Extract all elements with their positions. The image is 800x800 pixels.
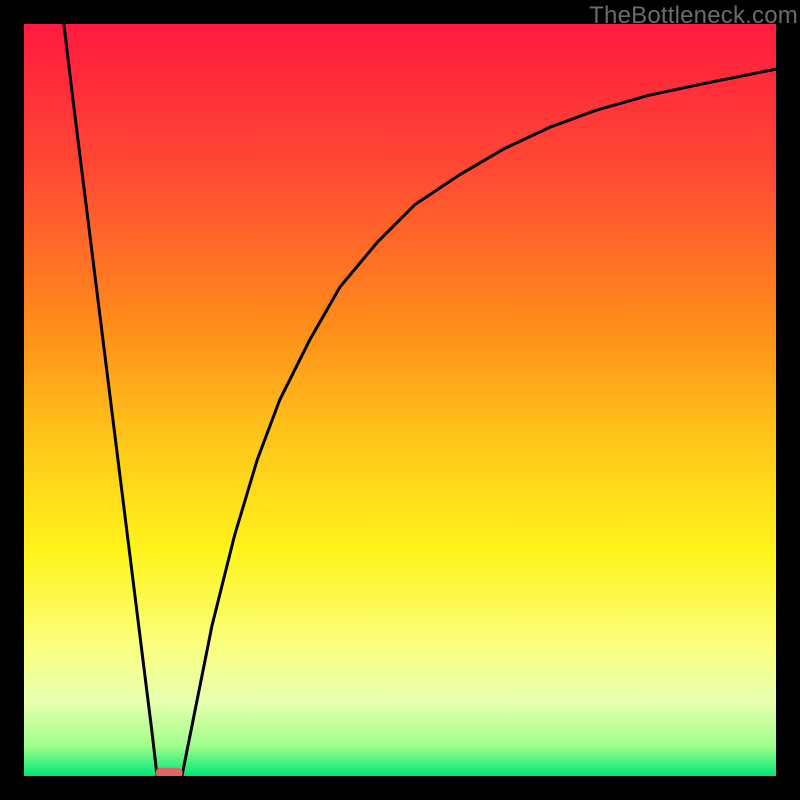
watermark-text: TheBottleneck.com xyxy=(589,2,798,30)
bottleneck-chart xyxy=(24,24,776,776)
chart-frame xyxy=(24,24,776,776)
gradient-background xyxy=(24,24,776,776)
bottleneck-marker xyxy=(156,768,183,776)
